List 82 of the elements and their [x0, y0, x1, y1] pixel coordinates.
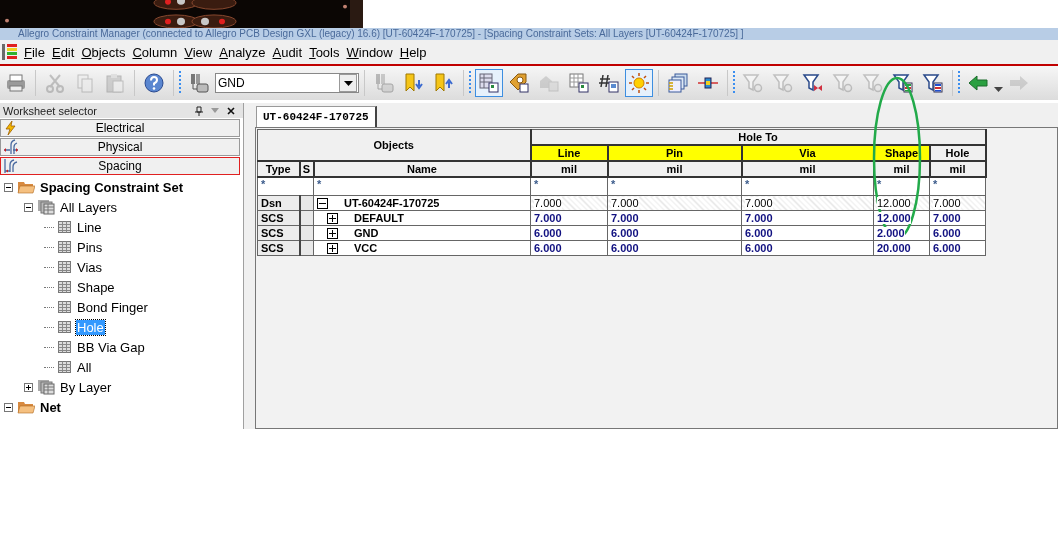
tree-item[interactable]: Shape — [76, 279, 116, 295]
constraint-value[interactable]: 7.000 — [611, 197, 639, 209]
collapse-icon[interactable] — [4, 402, 13, 412]
folder-icon — [17, 180, 35, 194]
worksheet-icon — [58, 261, 72, 273]
lightning-icon — [3, 120, 19, 136]
constraint-value[interactable]: 6.000 — [611, 227, 639, 239]
constraint-value[interactable]: 6.000 — [933, 242, 961, 254]
collapse-icon[interactable] — [317, 197, 328, 209]
pin-icon[interactable] — [195, 105, 203, 116]
app-icon — [2, 43, 18, 61]
worksheets-icon — [37, 199, 55, 215]
tree-item[interactable]: Net — [39, 399, 62, 415]
width-icon — [3, 139, 19, 155]
worksheet-icon — [58, 341, 72, 353]
constraint-value[interactable]: 6.000 — [745, 227, 773, 239]
expand-icon[interactable] — [327, 212, 338, 224]
menu-item[interactable]: Tools — [307, 42, 345, 62]
close-icon[interactable] — [227, 106, 235, 115]
spacing-icon — [3, 158, 19, 174]
menu-item[interactable]: Analyze — [217, 42, 271, 62]
constraint-value[interactable]: 6.000 — [933, 227, 961, 239]
worksheet-tab[interactable]: UT-60424F-170725 — [256, 106, 377, 127]
worksheet-icon[interactable] — [475, 69, 503, 97]
tree-item[interactable]: BB Via Gap — [76, 339, 146, 355]
expand-icon[interactable] — [327, 227, 338, 239]
worksheet-icon — [58, 281, 72, 293]
panel-title: Worksheet selector — [3, 104, 98, 117]
net-dropdown[interactable]: GND — [215, 73, 359, 93]
menu-item[interactable]: File — [22, 42, 50, 62]
window-title: Allegro Constraint Manager (connected to Allegro PCB Design GXL (legacy) 16.6) [UT-60424F-170725] - [Spacing Constraint Sets: All Layers [UT-60424F-170725] ] — [18, 28, 744, 40]
tree-item[interactable]: By Layer — [59, 379, 113, 395]
constraint-value[interactable]: 2.000 — [877, 227, 905, 239]
tree-item[interactable]: Vias — [76, 259, 104, 275]
worksheet-icon — [58, 321, 72, 333]
caret-icon[interactable] — [994, 86, 1003, 92]
worksheet-icon — [58, 221, 72, 233]
column-header: Objects — [257, 129, 531, 161]
worksheet-icon — [58, 241, 72, 253]
constraint-value[interactable]: 6.000 — [611, 242, 639, 254]
constraint-value[interactable]: 7.000 — [933, 197, 961, 209]
menu-item[interactable]: Window — [344, 42, 398, 62]
worksheet-icon — [58, 361, 72, 373]
worksheet-icon — [58, 301, 72, 313]
menu-item[interactable]: Edit — [49, 42, 80, 62]
folder-icon — [17, 400, 35, 414]
object-name[interactable]: VCC — [354, 242, 378, 254]
collapse-icon[interactable] — [24, 202, 33, 212]
tree-item[interactable]: All Layers — [59, 199, 119, 215]
tree-item[interactable]: All — [76, 359, 93, 375]
constraint-value[interactable]: 7.000 — [933, 212, 961, 224]
constraint-value[interactable]: 6.000 — [534, 242, 562, 254]
caret-icon — [343, 80, 353, 86]
category-button[interactable]: Physical — [0, 138, 240, 156]
category-button[interactable]: Electrical — [0, 119, 240, 137]
constraint-value[interactable]: 7.000 — [534, 197, 562, 209]
category-button[interactable]: Spacing — [0, 157, 240, 175]
constraint-value[interactable]: 7.000 — [611, 212, 639, 224]
worksheets-icon — [37, 379, 55, 395]
menu-item[interactable]: Audit — [270, 42, 308, 62]
menu-item[interactable]: View — [182, 42, 218, 62]
column-header: Hole To — [530, 129, 986, 145]
object-name[interactable]: GND — [354, 227, 379, 239]
constraint-value[interactable]: 7.000 — [534, 212, 562, 224]
collapse-icon[interactable] — [4, 182, 13, 192]
tree-item[interactable]: Pins — [76, 239, 104, 255]
tree-item[interactable]: Spacing Constraint Set — [39, 179, 185, 195]
constraint-value[interactable]: 6.000 — [745, 242, 773, 254]
constraint-value[interactable]: 12.000 — [877, 212, 911, 224]
constraint-value[interactable]: 6.000 — [534, 227, 562, 239]
object-name[interactable]: DEFAULT — [354, 212, 404, 224]
menu-item[interactable]: Objects — [79, 42, 131, 62]
menu-item[interactable]: Column — [130, 42, 183, 62]
menu-item[interactable]: Help — [397, 42, 432, 62]
tree-item[interactable]: Line — [76, 219, 103, 235]
constraint-value[interactable]: 7.000 — [745, 212, 773, 224]
expand-icon[interactable] — [327, 242, 338, 254]
expand-icon[interactable] — [24, 382, 33, 392]
constraint-value[interactable]: 20.000 — [877, 242, 911, 254]
constraint-value[interactable]: 12.000 — [877, 197, 911, 209]
tree-item[interactable]: Bond Finger — [76, 299, 149, 315]
constraint-value[interactable]: 7.000 — [745, 197, 773, 209]
